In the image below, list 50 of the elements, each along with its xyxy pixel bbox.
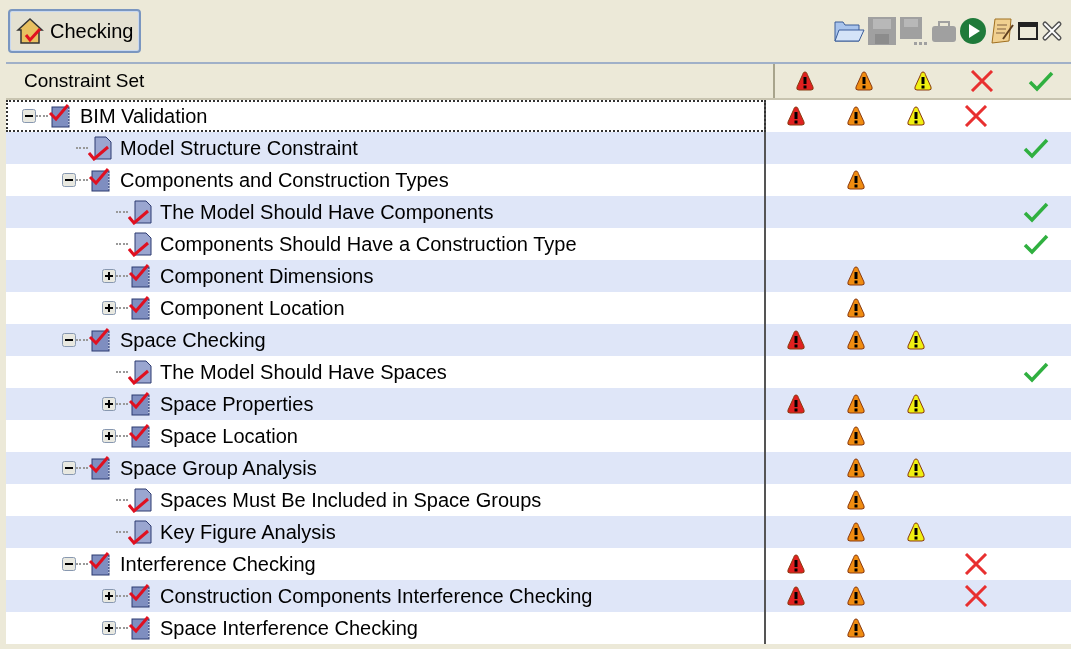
tree-row[interactable]: Key Figure Analysis [6,516,1071,548]
checking-tab[interactable]: Checking [8,9,142,53]
play-icon[interactable] [959,17,987,45]
tree-row[interactable]: The Model Should Have Components [6,196,1071,228]
expand-icon[interactable] [102,621,116,635]
maximize-icon[interactable] [1017,20,1039,42]
collapse-icon[interactable] [62,333,76,347]
collapse-icon[interactable] [62,557,76,571]
tree-item-label: Space Properties [160,392,314,416]
tree-item-label: Components Should Have a Construction Type [160,232,577,256]
tree-row[interactable]: Space Interference Checking [6,612,1071,644]
tree-item-label: Component Location [160,296,345,320]
checked-document-icon [128,199,154,225]
scroll-icon[interactable] [989,17,1015,45]
tree-row[interactable]: Space Group Analysis [6,452,1071,484]
checked-document-icon [128,231,154,257]
tree-item-label: Spaces Must Be Included in Space Groups [160,488,542,512]
tree-item-label: Construction Components Interference Checking [160,584,593,608]
tree-item-label: Key Figure Analysis [160,520,336,544]
expand-icon[interactable] [102,429,116,443]
checked-document-icon [128,359,154,385]
tree-row[interactable]: Model Structure Constraint [6,132,1071,164]
expand-icon[interactable] [102,397,116,411]
tree-item-label: Component Dimensions [160,264,374,288]
expand-icon[interactable] [102,589,116,603]
tree-item-label: The Model Should Have Components [160,200,494,224]
collapse-icon[interactable] [62,173,76,187]
tree-item-label: Model Structure Constraint [120,136,358,160]
collapse-icon[interactable] [22,109,36,123]
tree-row[interactable]: Component Dimensions [6,260,1071,292]
tree-item-label: The Model Should Have Spaces [160,360,447,384]
checked-document-icon [128,519,154,545]
expand-icon[interactable] [102,269,116,283]
tree-row[interactable]: Space Properties [6,388,1071,420]
close-icon[interactable] [1041,20,1063,42]
tree-item-label: Components and Construction Types [120,168,449,192]
tree-item-label: Space Group Analysis [120,456,317,480]
column-header: Constraint Set [24,70,145,92]
tree-item-label: Space Interference Checking [160,616,418,640]
tree-item-label: Space Location [160,424,298,448]
collapse-icon[interactable] [62,461,76,475]
house-icon [16,17,44,45]
tree-item-label: Interference Checking [120,552,316,576]
tree-row[interactable]: Space Checking [6,324,1071,356]
expand-icon[interactable] [102,301,116,315]
tree-row[interactable]: Construction Components Interference Checking [6,580,1071,612]
tree-item-label: Space Checking [120,328,266,352]
checked-document-icon [128,487,154,513]
checked-document-icon [88,135,114,161]
tree-item-label: BIM Validation [80,104,208,128]
